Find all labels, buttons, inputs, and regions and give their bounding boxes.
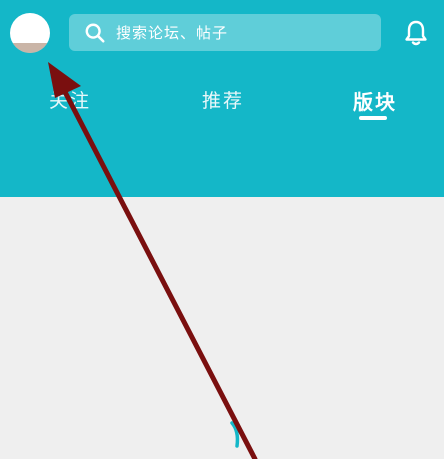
- loading-spinner-icon: [230, 421, 240, 448]
- avatar[interactable]: [10, 13, 50, 53]
- search-icon: [85, 23, 105, 43]
- search-bar[interactable]: 搜索论坛、帖子: [69, 14, 381, 51]
- tab-recommend[interactable]: 推荐: [202, 86, 244, 113]
- active-tab-indicator: [359, 116, 387, 120]
- avatar-image: [10, 43, 50, 53]
- bell-icon[interactable]: [403, 19, 429, 47]
- search-placeholder: 搜索论坛、帖子: [116, 24, 229, 42]
- app-screen: 搜索论坛、帖子 关注 推荐 版块: [0, 0, 444, 459]
- tab-follow[interactable]: 关注: [49, 86, 91, 113]
- tab-boards[interactable]: 版块: [353, 86, 397, 115]
- top-header: 搜索论坛、帖子 关注 推荐 版块: [0, 0, 444, 197]
